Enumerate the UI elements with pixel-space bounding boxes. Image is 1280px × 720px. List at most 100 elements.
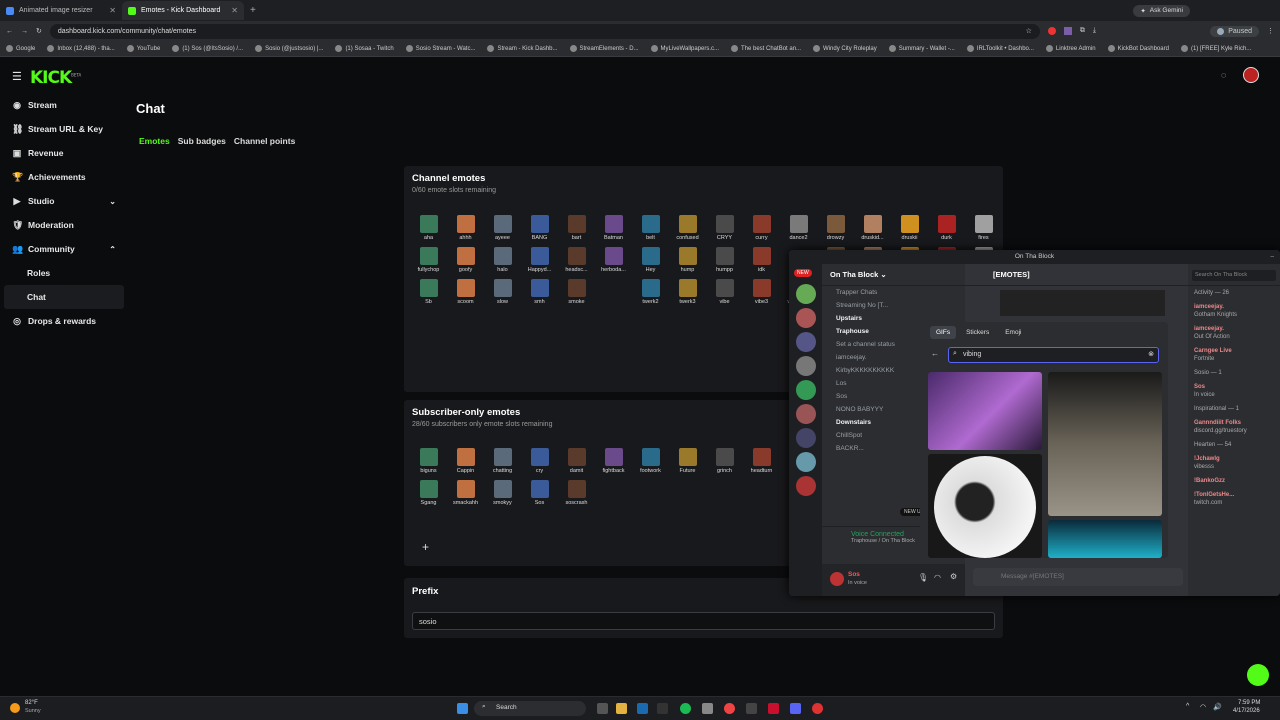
back-arrow-icon[interactable]: ← — [931, 349, 939, 358]
headphones-icon[interactable]: ◠ — [934, 573, 941, 582]
server-icon[interactable] — [795, 476, 816, 496]
emote-item[interactable]: Batman — [595, 215, 632, 241]
sidebar-item-roles[interactable]: Roles — [0, 261, 124, 285]
app-icon[interactable] — [657, 703, 668, 714]
emote-item[interactable]: slow — [484, 279, 521, 305]
close-tab-icon[interactable]: ✕ — [109, 6, 116, 15]
emote-item[interactable]: curry — [743, 215, 780, 241]
sidebar-item-studio[interactable]: ▶ Studio ⌄ — [0, 189, 124, 213]
back-icon[interactable]: ← — [6, 28, 13, 35]
emote-item[interactable]: damit — [558, 448, 595, 474]
chrome-icon[interactable] — [724, 703, 735, 714]
bookmark-item[interactable]: Google — [6, 45, 35, 52]
bookmark-item[interactable]: (1) [FREE] Kyle Rich... — [1180, 45, 1251, 52]
close-tab-icon[interactable]: ✕ — [231, 6, 238, 15]
member-item[interactable]: !BankoGzz — [1188, 474, 1280, 488]
emote-item[interactable]: Cappin — [447, 448, 484, 474]
emote-item[interactable]: fightback — [595, 448, 632, 474]
emote-item[interactable]: idk — [743, 247, 780, 273]
emote-item[interactable]: Future — [669, 448, 706, 474]
download-icon[interactable]: ⤓ — [1093, 27, 1096, 35]
bookmark-item[interactable]: Windy City Roleplay — [813, 45, 877, 52]
emote-item[interactable]: herboda... — [595, 247, 632, 273]
emote-item[interactable]: headsc... — [558, 247, 595, 273]
emote-item[interactable]: twerk2 — [632, 279, 669, 305]
emote-item[interactable]: Hey — [632, 247, 669, 273]
sidebar-item-stream-url-key[interactable]: ⛓ Stream URL & Key — [0, 117, 124, 141]
tab-gifs[interactable]: GIFs — [930, 326, 957, 339]
window-close-icon[interactable]: – — [1270, 250, 1274, 264]
emote-item[interactable]: smackahh — [447, 480, 484, 506]
emote-item[interactable]: smoke — [558, 279, 595, 305]
emote-item[interactable]: vibe — [706, 279, 743, 305]
prefix-input[interactable]: sosio — [412, 612, 995, 630]
sidebar-item-chat[interactable]: Chat — [4, 285, 124, 309]
taskbar-search[interactable]: ⌕ Search — [474, 701, 586, 716]
emote-item[interactable]: halo — [484, 247, 521, 273]
emote-item[interactable]: druskii — [891, 215, 928, 241]
tab-emoji[interactable]: Emoji — [999, 326, 1027, 339]
gif-result[interactable] — [928, 372, 1042, 450]
user-avatar[interactable] — [830, 572, 844, 586]
bookmark-item[interactable]: Summary - Wallet -... — [888, 45, 955, 52]
steam-icon[interactable] — [637, 703, 648, 714]
menu-dots-icon[interactable]: ⋮ — [1267, 27, 1274, 35]
server-icon[interactable] — [795, 308, 816, 328]
ask-gemini-button[interactable]: ✦ Ask Gemini — [1133, 4, 1190, 17]
chevron-up-icon[interactable]: ⌃ — [109, 245, 116, 254]
emote-item[interactable]: hump — [669, 247, 706, 273]
gif-search-input[interactable]: ⌕ vibing ⊗ — [948, 347, 1159, 363]
emote-item[interactable]: drowzy — [817, 215, 854, 241]
mic-icon[interactable]: 🎙 — [918, 573, 928, 582]
clock-date[interactable]: 4/17/2026 — [1233, 708, 1260, 714]
bookmark-item[interactable]: Sosio Stream - Watc... — [405, 45, 475, 52]
emote-item[interactable]: grinch — [706, 448, 743, 474]
member-item[interactable]: !Jchawlg vibesss — [1188, 452, 1280, 474]
spotify-icon[interactable] — [680, 703, 691, 714]
emote-item[interactable]: smh — [521, 279, 558, 305]
emote-item[interactable]: aha — [410, 215, 447, 241]
bookmark-item[interactable]: KickBot Dashboard — [1107, 45, 1169, 52]
channel-item[interactable]: Streaming No [T... — [822, 299, 965, 312]
bookmark-item[interactable]: IRLToolkit • Dashbo... — [966, 45, 1034, 52]
sidebar-item-stream[interactable]: ◉ Stream — [0, 93, 124, 117]
emote-item[interactable]: goofy — [447, 247, 484, 273]
emote-item[interactable]: belt — [632, 215, 669, 241]
chevron-down-icon[interactable]: ⌄ — [109, 197, 116, 206]
emote-item[interactable]: bart — [558, 215, 595, 241]
emote-item[interactable]: dance2 — [780, 215, 817, 241]
member-item[interactable]: iamceejay. Gotham Knights — [1188, 300, 1280, 322]
file-explorer-icon[interactable] — [616, 703, 627, 714]
browser-tab-active[interactable]: Emotes - Kick Dashboard ✕ — [122, 1, 244, 20]
app-icon[interactable] — [746, 703, 757, 714]
member-item[interactable]: !TonlGetsHe... twitch.com — [1188, 488, 1280, 510]
server-icon[interactable] — [795, 356, 816, 376]
gif-result[interactable] — [1048, 372, 1162, 516]
bookmark-item[interactable]: StreamElements - D... — [569, 45, 639, 52]
sidebar-item-community[interactable]: 👥 Community ⌃ — [0, 237, 124, 261]
server-icon[interactable] — [795, 452, 816, 472]
profile-paused-button[interactable]: Paused — [1210, 25, 1259, 37]
tab-sub-badges[interactable]: Sub badges — [178, 136, 226, 146]
app-icon[interactable] — [702, 703, 713, 714]
bookmark-item[interactable]: Linktree Admin — [1045, 45, 1096, 52]
emote-item[interactable]: Sgang — [410, 480, 447, 506]
member-item[interactable]: Carngee Live Fortnite — [1188, 344, 1280, 366]
emote-item[interactable]: ayeee — [484, 215, 521, 241]
tab-stickers[interactable]: Stickers — [960, 326, 995, 339]
add-emote-button[interactable]: + — [422, 540, 429, 554]
kick-logo[interactable]: KICKBETA — [30, 68, 81, 88]
hamburger-menu-icon[interactable]: ☰ — [12, 70, 22, 83]
gif-result[interactable] — [1048, 520, 1162, 558]
emote-item[interactable]: BANG — [521, 215, 558, 241]
reload-icon[interactable]: ↻ — [36, 27, 42, 35]
forward-icon[interactable]: → — [21, 28, 28, 35]
server-icon[interactable] — [795, 428, 816, 448]
server-icon[interactable] — [795, 284, 816, 304]
emote-item[interactable]: footwork — [632, 448, 669, 474]
user-avatar[interactable] — [1243, 67, 1259, 83]
emote-item[interactable]: cry — [521, 448, 558, 474]
discord-icon[interactable] — [790, 703, 801, 714]
bookmark-item[interactable]: Inbox (12,488) - tha... — [47, 45, 115, 52]
emote-item[interactable]: Sos — [521, 480, 558, 506]
